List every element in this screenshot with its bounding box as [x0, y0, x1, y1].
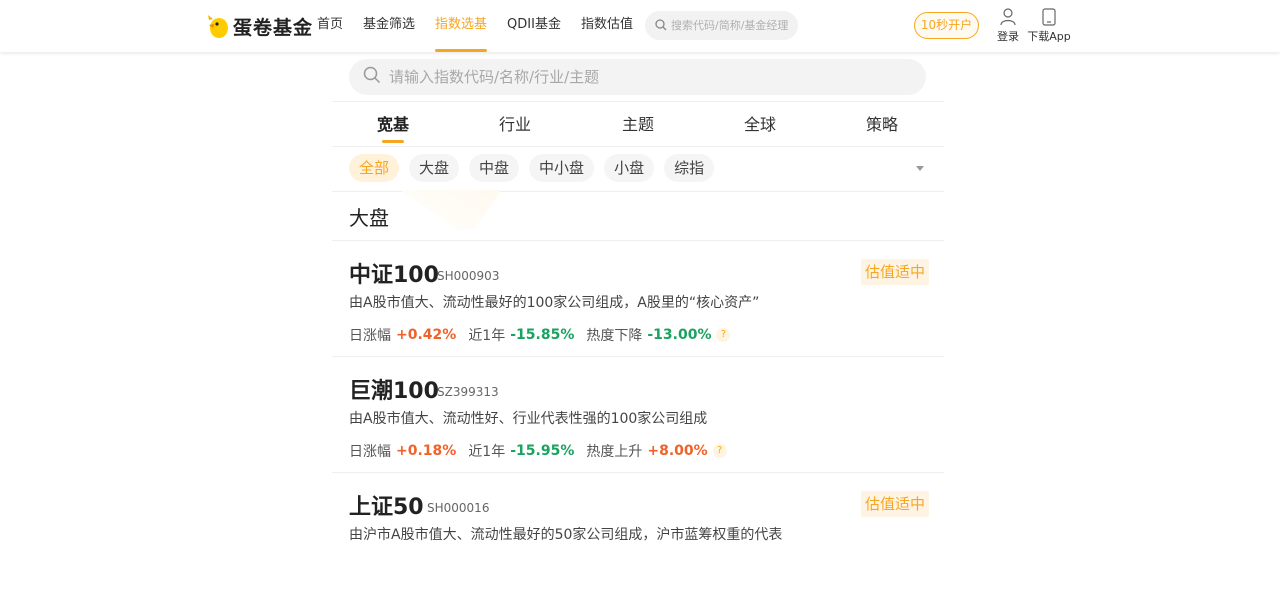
daily-change-value: +0.18%: [396, 443, 457, 459]
year-change-value: -15.85%: [510, 327, 575, 343]
year-change-label: 近1年: [468, 328, 506, 344]
year-change-value: -15.95%: [510, 443, 575, 459]
heat-value: -13.00%: [647, 327, 712, 343]
help-icon[interactable]: ?: [716, 328, 731, 342]
tab-theme[interactable]: 主题: [583, 102, 693, 147]
download-app-button[interactable]: 下载App: [1026, 8, 1072, 44]
nav-item-fund-filter[interactable]: 基金筛选: [363, 0, 415, 52]
fund-name: 上证50: [349, 495, 424, 520]
size-filter-chips: 全部 大盘 中盘 中小盘 小盘 综指: [349, 154, 724, 182]
fund-description: 由A股市值大、流动性好、行业代表性强的100家公司组成: [349, 411, 708, 427]
help-icon[interactable]: ?: [712, 444, 727, 458]
fund-description: 由沪市A股市值大、流动性最好的50家公司组成，沪市蓝筹权重的代表: [349, 527, 783, 543]
valuation-badge: 估值适中: [860, 491, 929, 517]
fund-code: SH000903: [437, 269, 500, 283]
nav-item-index-valuation[interactable]: 指数估值: [581, 0, 633, 52]
category-tabs: 宽基 行业 主题 全球 策略: [332, 102, 944, 147]
tab-global[interactable]: 全球: [705, 102, 815, 147]
fund-stats: 日涨幅 +0.42% 近1年 -15.85% 热度下降 -13.00% ?: [349, 325, 731, 345]
index-picker-panel: 宽基 行业 主题 全球 策略 全部 大盘 中盘 中小盘 小盘 综指 大盘 中证1…: [332, 52, 944, 555]
tab-industry[interactable]: 行业: [460, 102, 570, 147]
index-search-box: [349, 59, 926, 95]
daily-change-label: 日涨幅: [349, 444, 391, 460]
top-navigation-bar: 蛋卷基金 首页 基金筛选 指数选基 QDII基金 指数估值 10秒开户 登录 下…: [0, 0, 1280, 52]
chip-mid-cap[interactable]: 中盘: [469, 154, 520, 182]
nav-item-home[interactable]: 首页: [317, 0, 343, 52]
login-button[interactable]: 登录: [993, 8, 1023, 44]
divider: [332, 472, 944, 473]
divider: [332, 240, 944, 241]
download-label: 下载App: [1027, 30, 1071, 43]
year-change-label: 近1年: [468, 444, 506, 460]
logo-text: 蛋卷基金: [233, 16, 314, 39]
phone-icon: [1026, 8, 1072, 26]
chip-all[interactable]: 全部: [349, 154, 400, 182]
top-search-box: [645, 11, 798, 40]
nav-item-index-picker[interactable]: 指数选基: [435, 0, 488, 52]
chick-logo-icon: [205, 13, 229, 39]
chip-small-cap[interactable]: 小盘: [604, 154, 655, 182]
fund-code: SZ399313: [437, 385, 499, 399]
valuation-badge: 估值适中: [860, 259, 929, 285]
logo[interactable]: 蛋卷基金: [205, 12, 313, 40]
heat-value: +8.00%: [647, 443, 708, 459]
heat-label: 热度上升: [586, 444, 643, 460]
fund-card[interactable]: 上证50 SH000016 估值适中 由沪市A股市值大、流动性最好的50家公司组…: [349, 489, 929, 604]
fund-card[interactable]: 巨潮100 SZ399313 由A股市值大、流动性好、行业代表性强的100家公司…: [349, 373, 929, 488]
login-label: 登录: [997, 30, 1019, 43]
decorative-shape: [402, 190, 512, 230]
daily-change-label: 日涨幅: [349, 328, 391, 344]
expand-chips-icon[interactable]: [916, 166, 924, 171]
chip-mid-small-cap[interactable]: 中小盘: [529, 154, 595, 182]
fund-name: 中证100: [349, 263, 439, 288]
tab-broad-base[interactable]: 宽基: [338, 102, 448, 147]
fund-name: 巨潮100: [349, 379, 439, 404]
search-icon: [655, 16, 667, 35]
chip-composite[interactable]: 综指: [664, 154, 715, 182]
top-search-input[interactable]: [671, 19, 791, 32]
heat-label: 热度下降: [586, 328, 643, 344]
section-title: 大盘: [349, 206, 389, 230]
fund-description: 由A股市值大、流动性最好的100家公司组成，A股里的“核心资产”: [349, 295, 760, 311]
chip-large-cap[interactable]: 大盘: [409, 154, 460, 182]
tab-strategy[interactable]: 策略: [827, 102, 937, 147]
search-icon: [363, 66, 381, 88]
fund-card[interactable]: 中证100 SH000903 估值适中 由A股市值大、流动性最好的100家公司组…: [349, 257, 929, 372]
user-icon: [993, 8, 1023, 26]
fund-stats: 日涨幅 +0.18% 近1年 -15.95% 热度上升 +8.00% ?: [349, 441, 727, 461]
divider: [332, 356, 944, 357]
daily-change-value: +0.42%: [396, 327, 457, 343]
fund-code: SH000016: [427, 501, 490, 515]
open-account-button[interactable]: 10秒开户: [914, 12, 979, 39]
main-nav: 首页 基金筛选 指数选基 QDII基金 指数估值: [317, 0, 653, 52]
index-search-input[interactable]: [389, 68, 909, 86]
nav-item-qdii[interactable]: QDII基金: [507, 0, 561, 52]
divider: [332, 146, 944, 147]
